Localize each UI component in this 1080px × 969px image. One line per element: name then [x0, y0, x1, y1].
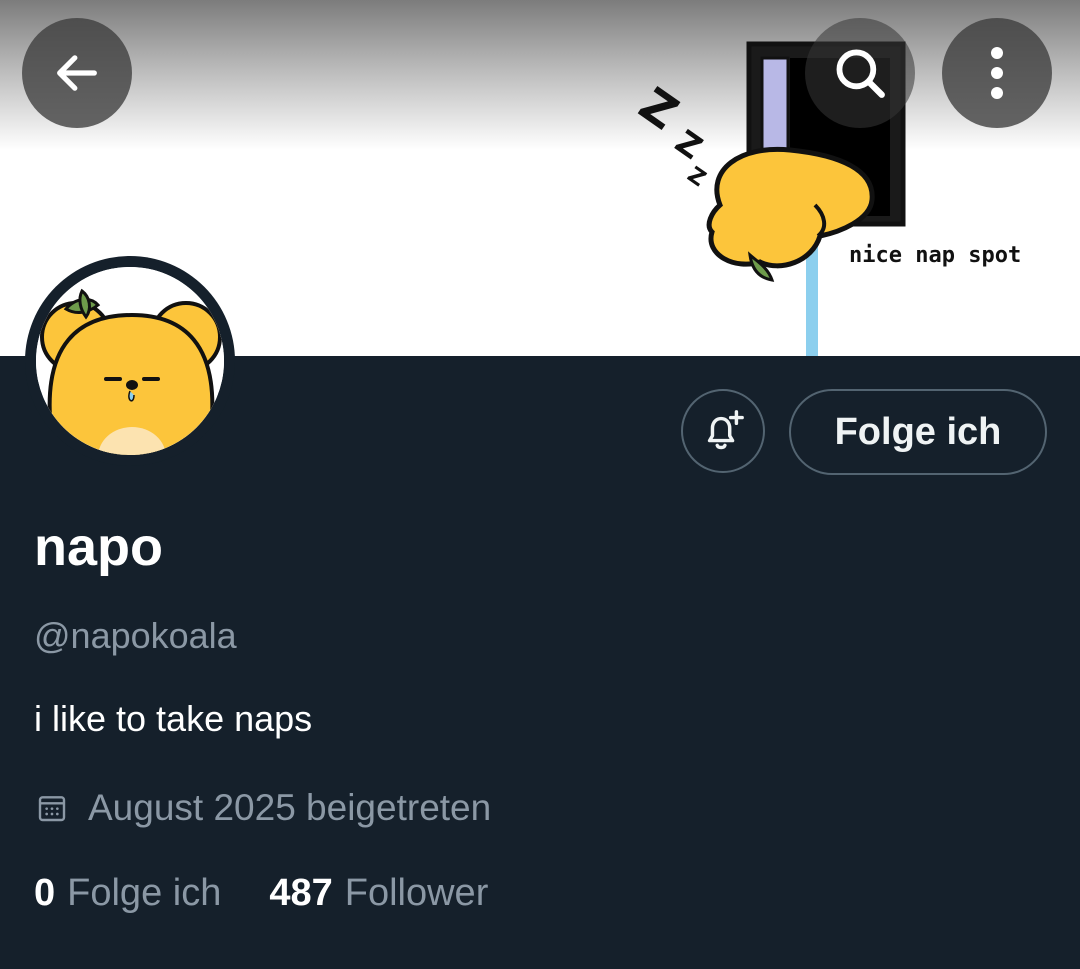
- search-button[interactable]: [805, 18, 915, 128]
- display-name: napo: [34, 517, 163, 577]
- more-options-button[interactable]: [942, 18, 1052, 128]
- notifications-button[interactable]: [681, 389, 765, 473]
- sleep-z-medium: Z: [668, 122, 709, 166]
- user-handle: @napokoala: [34, 615, 237, 656]
- back-button[interactable]: [22, 18, 132, 128]
- following-stat[interactable]: 0 Folge ich: [34, 868, 269, 918]
- banner-caption: nice nap spot: [849, 243, 1021, 268]
- more-vertical-icon: [991, 47, 1003, 99]
- avatar[interactable]: [25, 256, 235, 466]
- sleep-z-large: Z: [630, 77, 688, 140]
- sleep-z-small: Z: [683, 162, 710, 192]
- following-button[interactable]: Folge ich: [789, 389, 1047, 475]
- join-date-text: August 2025 beigetreten: [88, 787, 492, 828]
- following-label: Folge ich: [67, 872, 222, 914]
- profile-stats: 0 Folge ich 487 Follower: [34, 868, 536, 918]
- search-icon: [836, 49, 885, 98]
- koala-avatar-illustration: [36, 267, 224, 455]
- followers-stat[interactable]: 487 Follower: [269, 868, 536, 918]
- join-date: August 2025 beigetreten: [36, 784, 491, 832]
- bell-plus-icon: [707, 410, 744, 450]
- calendar-icon: [38, 796, 66, 822]
- profile-bio: i like to take naps: [34, 698, 313, 739]
- arrow-left-icon: [57, 55, 97, 91]
- avatar-image: [36, 267, 224, 455]
- followers-label: Follower: [344, 872, 489, 914]
- following-count: 0: [34, 872, 56, 914]
- followers-count: 487: [269, 872, 333, 914]
- koala-body: [706, 146, 875, 269]
